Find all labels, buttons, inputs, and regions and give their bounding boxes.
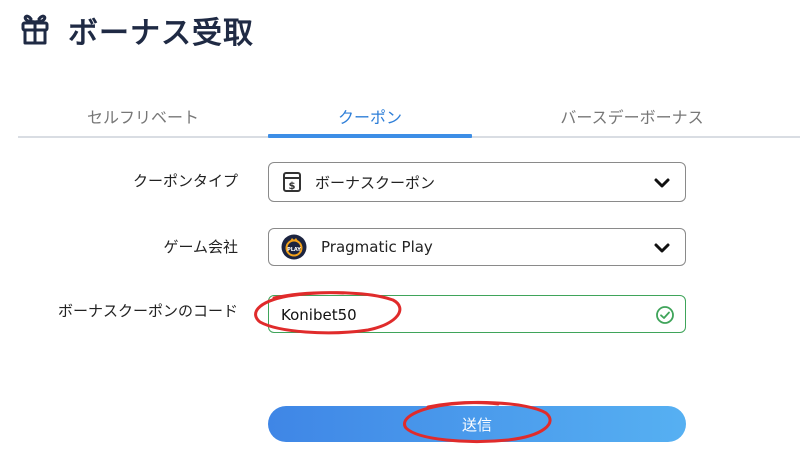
gift-box-icon (21, 14, 49, 45)
chevron-down-icon (654, 243, 670, 253)
coupon-code-input[interactable] (281, 304, 621, 326)
game-company-label: ゲーム会社 (163, 238, 238, 256)
tab-birthday-bonus[interactable]: バースデーボーナス (472, 96, 792, 136)
chevron-down-icon (654, 178, 670, 188)
pragmatic-play-logo-icon: PLAY (281, 234, 307, 260)
page-title: ボーナス受取 (68, 16, 254, 51)
game-company-select[interactable]: PLAY Pragmatic Play (268, 228, 686, 266)
svg-text:PLAY: PLAY (287, 247, 301, 253)
coupon-code-field (268, 295, 686, 333)
game-company-value: Pragmatic Play (321, 238, 433, 256)
page-header: ボーナス受取 (18, 8, 254, 52)
coupon-type-label: クーポンタイプ (132, 172, 238, 190)
tab-coupon[interactable]: クーポン (268, 96, 472, 136)
active-tab-indicator (268, 134, 472, 138)
coupon-dollar-icon: $ (281, 171, 303, 193)
coupon-code-label: ボーナスクーポンのコード (57, 302, 238, 320)
tab-self-rebate[interactable]: セルフリベート (18, 96, 268, 136)
submit-button[interactable]: 送信 (268, 406, 686, 442)
svg-text:$: $ (289, 181, 296, 192)
check-circle-icon (656, 306, 674, 324)
bonus-tabs: セルフリベート クーポン バースデーボーナス (18, 96, 800, 138)
coupon-type-value: ボーナスクーポン (315, 173, 436, 192)
coupon-type-select[interactable]: $ ボーナスクーポン (268, 162, 686, 202)
